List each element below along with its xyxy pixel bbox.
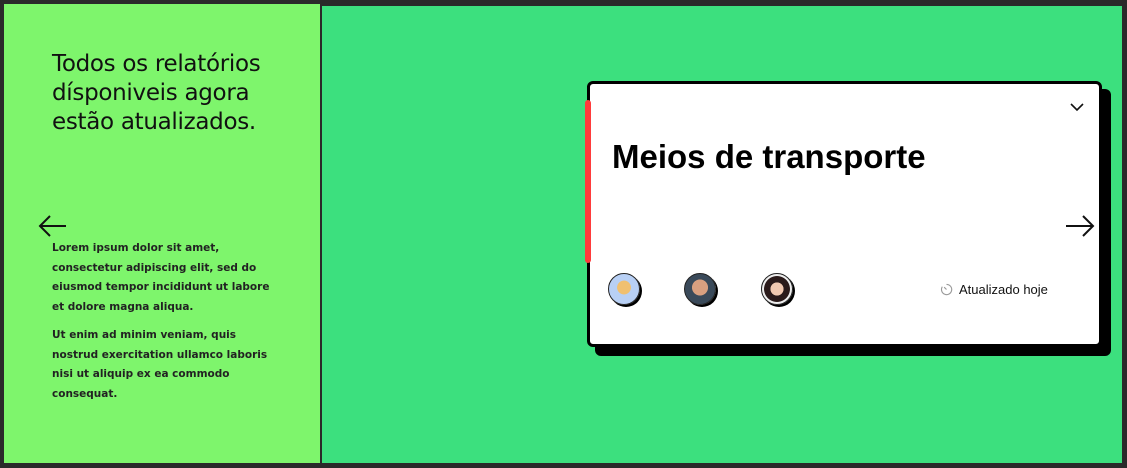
arrow-right-icon[interactable] bbox=[1064, 213, 1096, 239]
page-heading: Todos os relatórios dísponiveis agora es… bbox=[52, 51, 261, 135]
description-paragraph: Ut enim ad minim veniam, quis nostrud ex… bbox=[52, 329, 268, 400]
arrow-left-icon[interactable] bbox=[36, 212, 68, 240]
timer-icon bbox=[940, 283, 953, 296]
card-title: Meios de transporte bbox=[612, 138, 926, 175]
avatar[interactable] bbox=[684, 273, 716, 305]
chevron-down-icon[interactable] bbox=[1069, 100, 1085, 114]
status-text: Atualizado hoje bbox=[959, 282, 1048, 297]
avatar[interactable] bbox=[761, 273, 793, 305]
update-status: Atualizado hoje bbox=[940, 282, 1048, 297]
description-paragraph: Lorem ipsum dolor sit amet, consectetur … bbox=[52, 242, 270, 313]
card-accent-bar bbox=[585, 100, 591, 263]
report-card[interactable] bbox=[587, 81, 1102, 347]
avatar[interactable] bbox=[608, 273, 640, 305]
